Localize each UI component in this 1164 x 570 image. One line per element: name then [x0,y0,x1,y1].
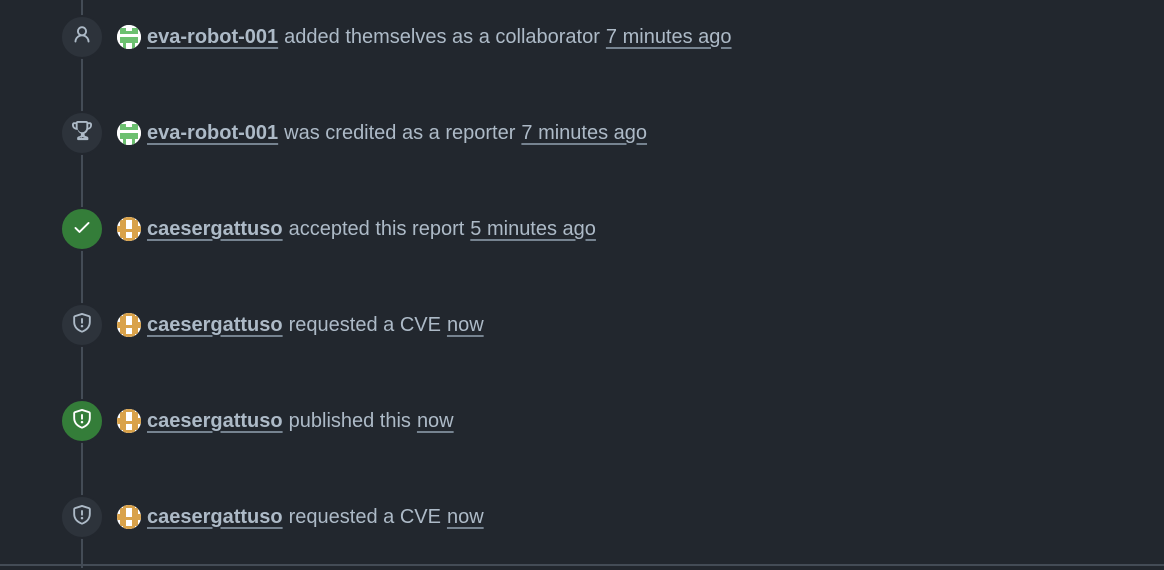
timeline-badge [60,15,104,59]
author-link[interactable]: caesergattuso [147,314,283,337]
timeline-event-content: caesergattuso accepted this report 5 min… [117,216,596,242]
timeline-badge [60,303,104,347]
timeline-event: caesergattuso requested a CVE now [0,303,1164,347]
timeline-badge [60,207,104,251]
timeline-event-content: caesergattuso requested a CVE now [117,504,484,530]
event-time-link[interactable]: now [417,410,454,433]
timeline-event: caesergattuso published this now [0,399,1164,443]
author-link[interactable]: caesergattuso [147,218,283,241]
event-action-text: published this [288,409,411,432]
timeline-event: caesergattuso accepted this report 5 min… [0,207,1164,251]
caesergattuso-avatar[interactable] [117,409,141,433]
eva-robot-avatar[interactable] [117,121,141,145]
timeline-event: eva-robot-001 was credited as a reporter… [0,111,1164,155]
caesergattuso-avatar[interactable] [117,505,141,529]
timeline-badge [60,111,104,155]
timeline-line [81,0,83,568]
event-time-link[interactable]: now [447,506,484,529]
timeline-badge [60,399,104,443]
caesergattuso-avatar[interactable] [117,217,141,241]
event-time-link[interactable]: now [447,314,484,337]
timeline-badge [60,495,104,539]
author-link[interactable]: eva-robot-001 [147,26,278,49]
event-action-text: added themselves as a collaborator [284,25,600,48]
timeline-event-content: caesergattuso requested a CVE now [117,312,484,338]
author-link[interactable]: eva-robot-001 [147,122,278,145]
person-icon [72,25,92,50]
shield-icon [72,312,92,338]
event-time-link[interactable]: 5 minutes ago [470,218,596,241]
author-link[interactable]: caesergattuso [147,410,283,433]
section-divider [0,564,1164,566]
shield-icon [72,504,92,530]
event-action-text: requested a CVE [288,313,441,336]
event-time-link[interactable]: 7 minutes ago [606,26,732,49]
shield-icon [72,408,92,434]
author-link[interactable]: caesergattuso [147,506,283,529]
timeline-event-content: eva-robot-001 added themselves as a coll… [117,24,732,50]
timeline-event-content: caesergattuso published this now [117,408,454,434]
event-action-text: accepted this report [288,217,465,240]
event-action-text: requested a CVE [288,505,441,528]
eva-robot-avatar[interactable] [117,25,141,49]
trophy-icon [72,120,92,146]
timeline-event: caesergattuso requested a CVE now [0,495,1164,539]
timeline-event-content: eva-robot-001 was credited as a reporter… [117,120,647,146]
check-icon [72,217,92,242]
event-action-text: was credited as a reporter [284,121,516,144]
security-advisory-timeline: eva-robot-001 added themselves as a coll… [0,0,1164,570]
caesergattuso-avatar[interactable] [117,313,141,337]
timeline-event: eva-robot-001 added themselves as a coll… [0,15,1164,59]
event-time-link[interactable]: 7 minutes ago [521,122,647,145]
